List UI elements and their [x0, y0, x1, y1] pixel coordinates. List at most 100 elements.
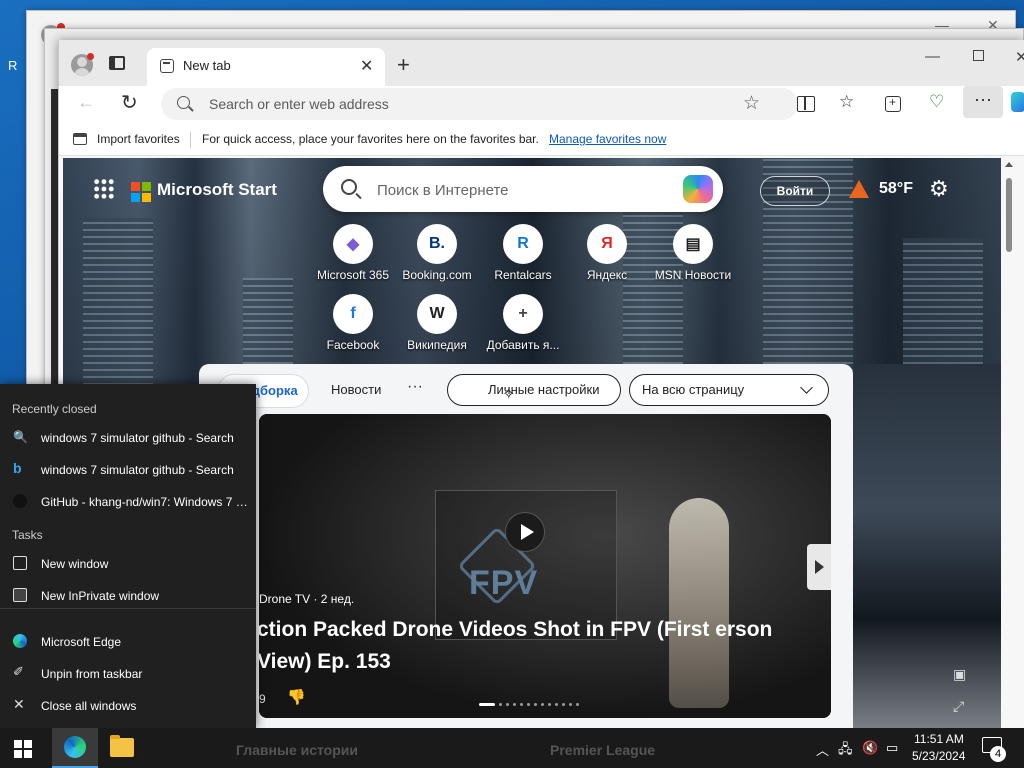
quick-link-label: Microsoft 365 — [316, 268, 390, 282]
display-icon[interactable]: ▭ — [886, 740, 898, 756]
web-search-box[interactable] — [323, 166, 723, 212]
microsoft-logo-icon — [131, 182, 151, 202]
clock-date[interactable]: 5/23/2024 — [912, 749, 965, 763]
file-explorer-icon[interactable] — [110, 735, 134, 757]
gear-icon[interactable]: ⚙ — [929, 176, 949, 202]
sign-in-button[interactable]: Войти — [760, 176, 830, 206]
taskbar-news-item[interactable]: Главные истории — [236, 742, 358, 758]
quick-link-tile[interactable]: ▤ MSN Новости — [653, 224, 733, 282]
close-icon: ✕ — [13, 696, 25, 712]
carousel-next-button[interactable] — [807, 544, 831, 590]
quick-link-icon: R — [503, 224, 543, 264]
bing-icon: b — [13, 460, 22, 476]
close-window-button[interactable]: ✕ — [1015, 48, 1024, 66]
minimize-button[interactable]: — — [925, 48, 940, 65]
favorites-bar: Import favorites For quick access, place… — [59, 124, 1024, 156]
refresh-icon[interactable]: ↻ — [121, 90, 138, 115]
quick-link-icon: f — [333, 294, 373, 334]
scroll-up-arrow[interactable] — [1005, 162, 1013, 167]
quick-link-tile[interactable]: ◆ Microsoft 365 — [313, 224, 393, 282]
more-tabs-button[interactable]: ··· — [407, 378, 423, 396]
quick-link-tile[interactable]: W Википедия — [397, 294, 477, 352]
quick-link-label: MSN Новости — [654, 268, 732, 282]
video-source[interactable]: Drone TV · 2 нед. — [259, 592, 354, 606]
page-layout-dropdown[interactable]: На всю страницу — [629, 374, 829, 406]
quick-link-icon: Я — [587, 224, 627, 264]
scrollbar[interactable] — [1001, 158, 1017, 728]
tab-new-tab[interactable]: New tab ✕ — [147, 48, 385, 86]
navigation-toolbar: ← ↻ ☆ ☆ ♡ ··· — [59, 86, 1024, 124]
brand-name[interactable]: Microsoft Start — [157, 180, 277, 200]
chevron-up-icon[interactable]: ︿ — [816, 740, 829, 759]
list-item[interactable]: b windows 7 simulator github - Search — [0, 454, 256, 486]
personalize-button[interactable]: ✧ Личные настройки — [447, 374, 621, 406]
address-bar[interactable]: ☆ — [161, 88, 798, 120]
taskbar-news-item[interactable]: Premier League — [550, 742, 655, 758]
list-item[interactable]: 🔍 windows 7 simulator github - Search — [0, 422, 256, 454]
msn-header: Microsoft Start Войти 58°F ⚙ ◆ Microsoft … — [63, 158, 1001, 368]
browser-essentials-icon[interactable]: ♡ — [929, 92, 944, 112]
image-info-icon[interactable]: ▣ — [953, 666, 966, 683]
taskbar-edge-button[interactable] — [52, 728, 98, 768]
profile-alert-dot — [87, 53, 94, 60]
close-all-windows-item[interactable]: ✕ Close all windows — [0, 690, 256, 722]
web-search-input[interactable] — [377, 179, 667, 201]
window-icon — [13, 556, 27, 570]
carousel-pager[interactable] — [479, 696, 583, 707]
new-tab-page-icon — [160, 59, 174, 73]
new-tab-button[interactable]: + — [397, 52, 410, 78]
network-icon[interactable]: 🖧 — [838, 740, 853, 762]
edge-icon — [64, 736, 86, 758]
copilot-icon[interactable] — [683, 175, 713, 203]
edge-jump-list: Recently closed 🔍 windows 7 simulator gi… — [0, 384, 256, 728]
video-card[interactable]: FPV Drone TV · 2 нед. ction Packed Drone… — [259, 414, 831, 718]
video-title[interactable]: ction Packed Drone Videos Shot in FPV (F… — [259, 614, 827, 678]
expand-icon[interactable]: ⤢ — [953, 698, 964, 715]
windows-start-icon[interactable] — [14, 740, 32, 758]
quick-link-tile[interactable]: R Rentalcars — [483, 224, 563, 282]
split-screen-icon[interactable] — [797, 96, 815, 112]
back-arrow-icon[interactable]: ← — [77, 92, 95, 113]
quick-link-tile[interactable]: Я Яндекс — [567, 224, 647, 282]
play-icon[interactable] — [505, 512, 545, 552]
divider — [0, 608, 256, 609]
microsoft-edge-item[interactable]: Microsoft Edge — [0, 626, 256, 658]
quick-link-tile[interactable]: f Facebook — [313, 294, 393, 352]
copilot-sidebar-icon[interactable] — [1011, 92, 1024, 112]
thumbs-down-icon[interactable]: 👎 — [287, 688, 306, 706]
new-window-item[interactable]: New window — [0, 548, 256, 580]
list-item[interactable]: GitHub - khang-nd/win7: Windows 7 S... — [0, 486, 256, 518]
app-launcher-icon[interactable] — [93, 178, 115, 200]
maximize-button[interactable] — [973, 50, 984, 61]
weather-alert-icon[interactable] — [849, 180, 869, 198]
import-favorites-button[interactable]: Import favorites — [97, 132, 180, 146]
scrollbar-thumb[interactable] — [1006, 178, 1012, 252]
quick-link-icon: W — [417, 294, 457, 334]
quick-link-icon: ▤ — [673, 224, 713, 264]
add-favorite-star-icon[interactable]: ☆ — [743, 92, 760, 115]
tasks-heading: Tasks — [12, 528, 43, 542]
quick-link-tile[interactable]: B. Booking.com — [397, 224, 477, 282]
tab-actions-icon[interactable] — [109, 56, 125, 70]
unpin-from-taskbar-item[interactable]: ✐ Unpin from taskbar — [0, 658, 256, 690]
chevron-down-icon — [800, 381, 813, 394]
collections-icon[interactable] — [885, 95, 901, 112]
tab-title: New tab — [183, 58, 231, 73]
address-input[interactable] — [209, 94, 729, 114]
like-count[interactable]: 9 — [259, 692, 266, 706]
sparkle-icon: ✧ — [502, 386, 516, 403]
volume-muted-icon[interactable]: 🔇 — [862, 740, 878, 756]
inprivate-icon — [13, 588, 27, 602]
tab-news[interactable]: Новости — [331, 382, 381, 397]
tab-close-icon[interactable]: ✕ — [360, 56, 373, 76]
title-bar: New tab ✕ + — ✕ — [59, 40, 1024, 86]
manage-favorites-link[interactable]: Manage favorites now — [549, 132, 666, 146]
fpv-logo-text: FPV — [469, 564, 539, 602]
quick-link-tile[interactable]: + Добавить я... — [483, 294, 563, 352]
favorites-icon[interactable]: ☆ — [839, 92, 854, 112]
clock-time[interactable]: 11:51 AM — [914, 732, 964, 746]
settings-and-more-button[interactable]: ··· — [963, 86, 1003, 118]
notification-count-badge: 4 — [990, 746, 1006, 762]
quick-link-label: Добавить я... — [486, 338, 560, 352]
weather-temperature[interactable]: 58°F — [879, 180, 913, 198]
